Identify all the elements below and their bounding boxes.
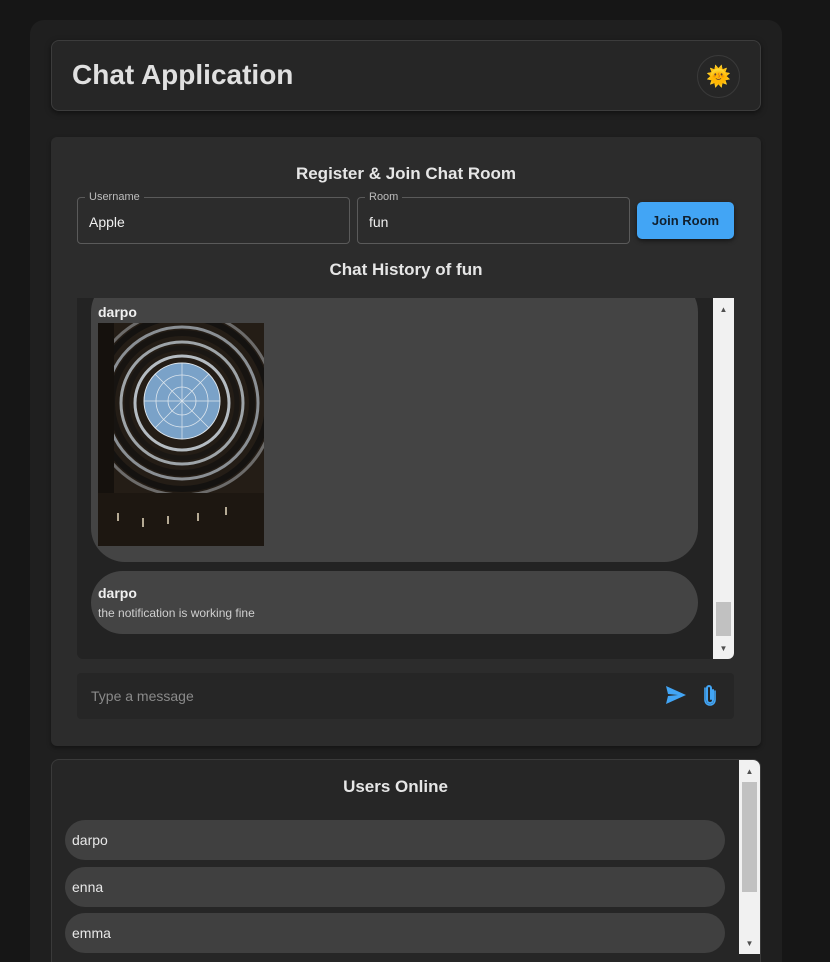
join-room-button[interactable]: Join Room [637, 202, 734, 239]
message-input[interactable]: Type a message [91, 688, 194, 704]
app-container: Chat Application 🌞 Register & Join Chat … [30, 20, 782, 962]
theme-toggle-button[interactable]: 🌞 [697, 55, 740, 98]
room-field[interactable]: Room fun [357, 191, 630, 244]
message-text: the notification is working fine [98, 606, 255, 620]
message-bubble: darpo the notification is working fine [91, 571, 698, 634]
user-list-item[interactable]: darpo [65, 820, 725, 860]
users-online-panel: Users Online darpo enna emma ▲ ▼ [51, 759, 761, 962]
user-name: enna [72, 879, 104, 895]
room-label: Room [365, 191, 403, 203]
message-username: darpo [98, 304, 137, 320]
username-value[interactable]: Apple [89, 214, 125, 230]
sun-face-icon: 🌞 [706, 66, 731, 88]
user-name: darpo [72, 832, 108, 848]
chat-scrollbar[interactable]: ▲ ▼ [713, 298, 734, 659]
chat-history[interactable]: darpo darpo the notification is working … [77, 298, 734, 659]
chat-history-title: Chat History of fun [329, 260, 483, 279]
username-label: Username [85, 191, 144, 203]
scroll-down-arrow-icon[interactable]: ▼ [713, 639, 734, 657]
user-name: emma [72, 925, 111, 941]
scroll-up-arrow-icon[interactable]: ▲ [713, 300, 734, 318]
message-username: darpo [98, 585, 137, 601]
paperclip-icon[interactable] [703, 684, 717, 711]
user-list-item[interactable]: enna [65, 867, 725, 907]
users-scrollbar[interactable]: ▲ ▼ [739, 760, 760, 954]
scrollbar-thumb[interactable] [716, 602, 731, 636]
users-online-title: Users Online [343, 777, 448, 796]
username-field[interactable]: Username Apple [77, 191, 350, 244]
send-icon[interactable] [666, 686, 686, 709]
chat-card: Register & Join Chat Room Username Apple… [51, 137, 761, 746]
scroll-down-arrow-icon[interactable]: ▼ [739, 934, 760, 952]
message-image[interactable] [98, 323, 264, 546]
scrollbar-thumb[interactable] [742, 782, 757, 892]
spiral-atrium-image [98, 323, 264, 546]
room-value[interactable]: fun [369, 214, 388, 230]
app-header: Chat Application 🌞 [51, 40, 761, 111]
scroll-up-arrow-icon[interactable]: ▲ [739, 762, 760, 780]
register-title: Register & Join Chat Room [295, 164, 517, 183]
page-title: Chat Application [72, 59, 294, 90]
message-bubble: darpo [91, 298, 698, 562]
message-input-bar: Type a message [77, 673, 734, 719]
user-list-item[interactable]: emma [65, 913, 725, 953]
